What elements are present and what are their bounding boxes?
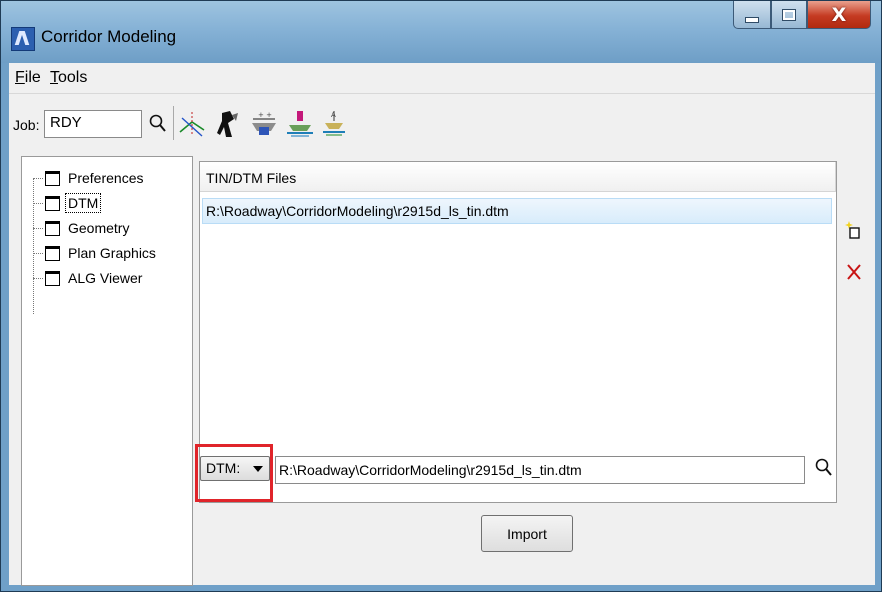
tree-branch [33,202,43,204]
menu-bar: File Tools [9,63,875,94]
menu-tools-mnemonic: T [50,69,58,86]
template-icon[interactable]: + + [249,108,279,140]
maximize-button[interactable] [771,1,807,29]
surveyor-icon[interactable] [213,108,243,140]
dtm-type-dropdown[interactable]: DTM: [200,456,270,481]
dropdown-value: DTM: [206,460,241,476]
search-icon[interactable] [143,108,173,140]
toolbar: Job: RDY + + A [9,94,875,142]
minimize-icon [745,16,759,23]
list-item[interactable]: R:\Roadway\CorridorModeling\r2915d_ls_ti… [202,198,832,224]
tree-item-alg-viewer[interactable]: ALG Viewer [33,267,144,289]
maximize-icon [782,8,796,21]
close-icon: X [831,3,847,26]
list-item-path: R:\Roadway\CorridorModeling\r2915d_ls_ti… [206,203,509,219]
svg-text:+ +: + + [258,111,272,119]
tree-item-label: DTM [64,193,102,213]
delete-x-icon[interactable] [843,261,865,283]
tree-item-label: Preferences [68,170,144,186]
title-bar[interactable]: Corridor Modeling X [1,1,881,63]
app-icon [11,27,35,51]
tree-item-label: Plan Graphics [68,245,156,261]
dtm-path-input[interactable]: R:\Roadway\CorridorModeling\r2915d_ls_ti… [275,456,805,484]
menu-tools[interactable]: Tools [50,69,87,87]
menu-file-rest: ile [24,69,41,86]
menu-file[interactable]: File [15,69,41,87]
window-title: Corridor Modeling [41,27,177,46]
navigation-tree: Preferences DTM Geometry Plan Graphics A [21,156,193,586]
tree-branch [33,252,43,254]
column-header-tin-dtm-files[interactable]: TIN/DTM Files [200,162,836,192]
tree-item-dtm[interactable]: DTM [33,192,102,214]
window-controls: X [733,1,871,31]
close-button[interactable]: X [807,1,871,29]
tree-item-label: Geometry [68,220,130,236]
tree-branch [33,277,43,279]
path-value: R:\Roadway\CorridorModeling\r2915d_ls_ti… [279,462,582,478]
toolbar-separator [173,106,174,140]
job-input[interactable]: RDY [44,110,142,138]
window-node-icon [45,195,60,211]
dtm-file-list[interactable]: TIN/DTM Files R:\Roadway\CorridorModelin… [199,161,837,503]
client-area: File Tools Job: RDY + + A Preferences DT… [9,63,875,586]
job-label: Job: [13,117,40,133]
column-header-label: TIN/DTM Files [206,170,297,186]
window-node-icon [45,220,60,236]
window-node-icon [45,270,60,286]
new-file-icon[interactable] [843,219,865,241]
chevron-down-icon [253,466,263,472]
tree-item-plan-graphics[interactable]: Plan Graphics [33,242,158,264]
roadway-icon[interactable] [285,108,315,140]
tree-branch [33,177,43,179]
menu-file-mnemonic: F [15,69,25,86]
tree-item-label: ALG Viewer [68,270,143,286]
import-button[interactable]: Import [481,515,573,552]
tree-branch [33,227,43,229]
minimize-button[interactable] [733,1,771,29]
tree-item-preferences[interactable]: Preferences [33,167,145,189]
window-node-icon [45,170,60,186]
tree-item-geometry[interactable]: Geometry [33,217,131,239]
window-frame: Corridor Modeling X File Tools Job: RDY [0,0,882,592]
superelevation-icon[interactable]: A [319,108,349,140]
alignment-icon[interactable] [177,108,207,140]
menu-tools-rest: ools [58,69,88,86]
search-icon[interactable] [813,457,835,479]
svg-text:A: A [331,111,336,119]
window-node-icon [45,245,60,261]
